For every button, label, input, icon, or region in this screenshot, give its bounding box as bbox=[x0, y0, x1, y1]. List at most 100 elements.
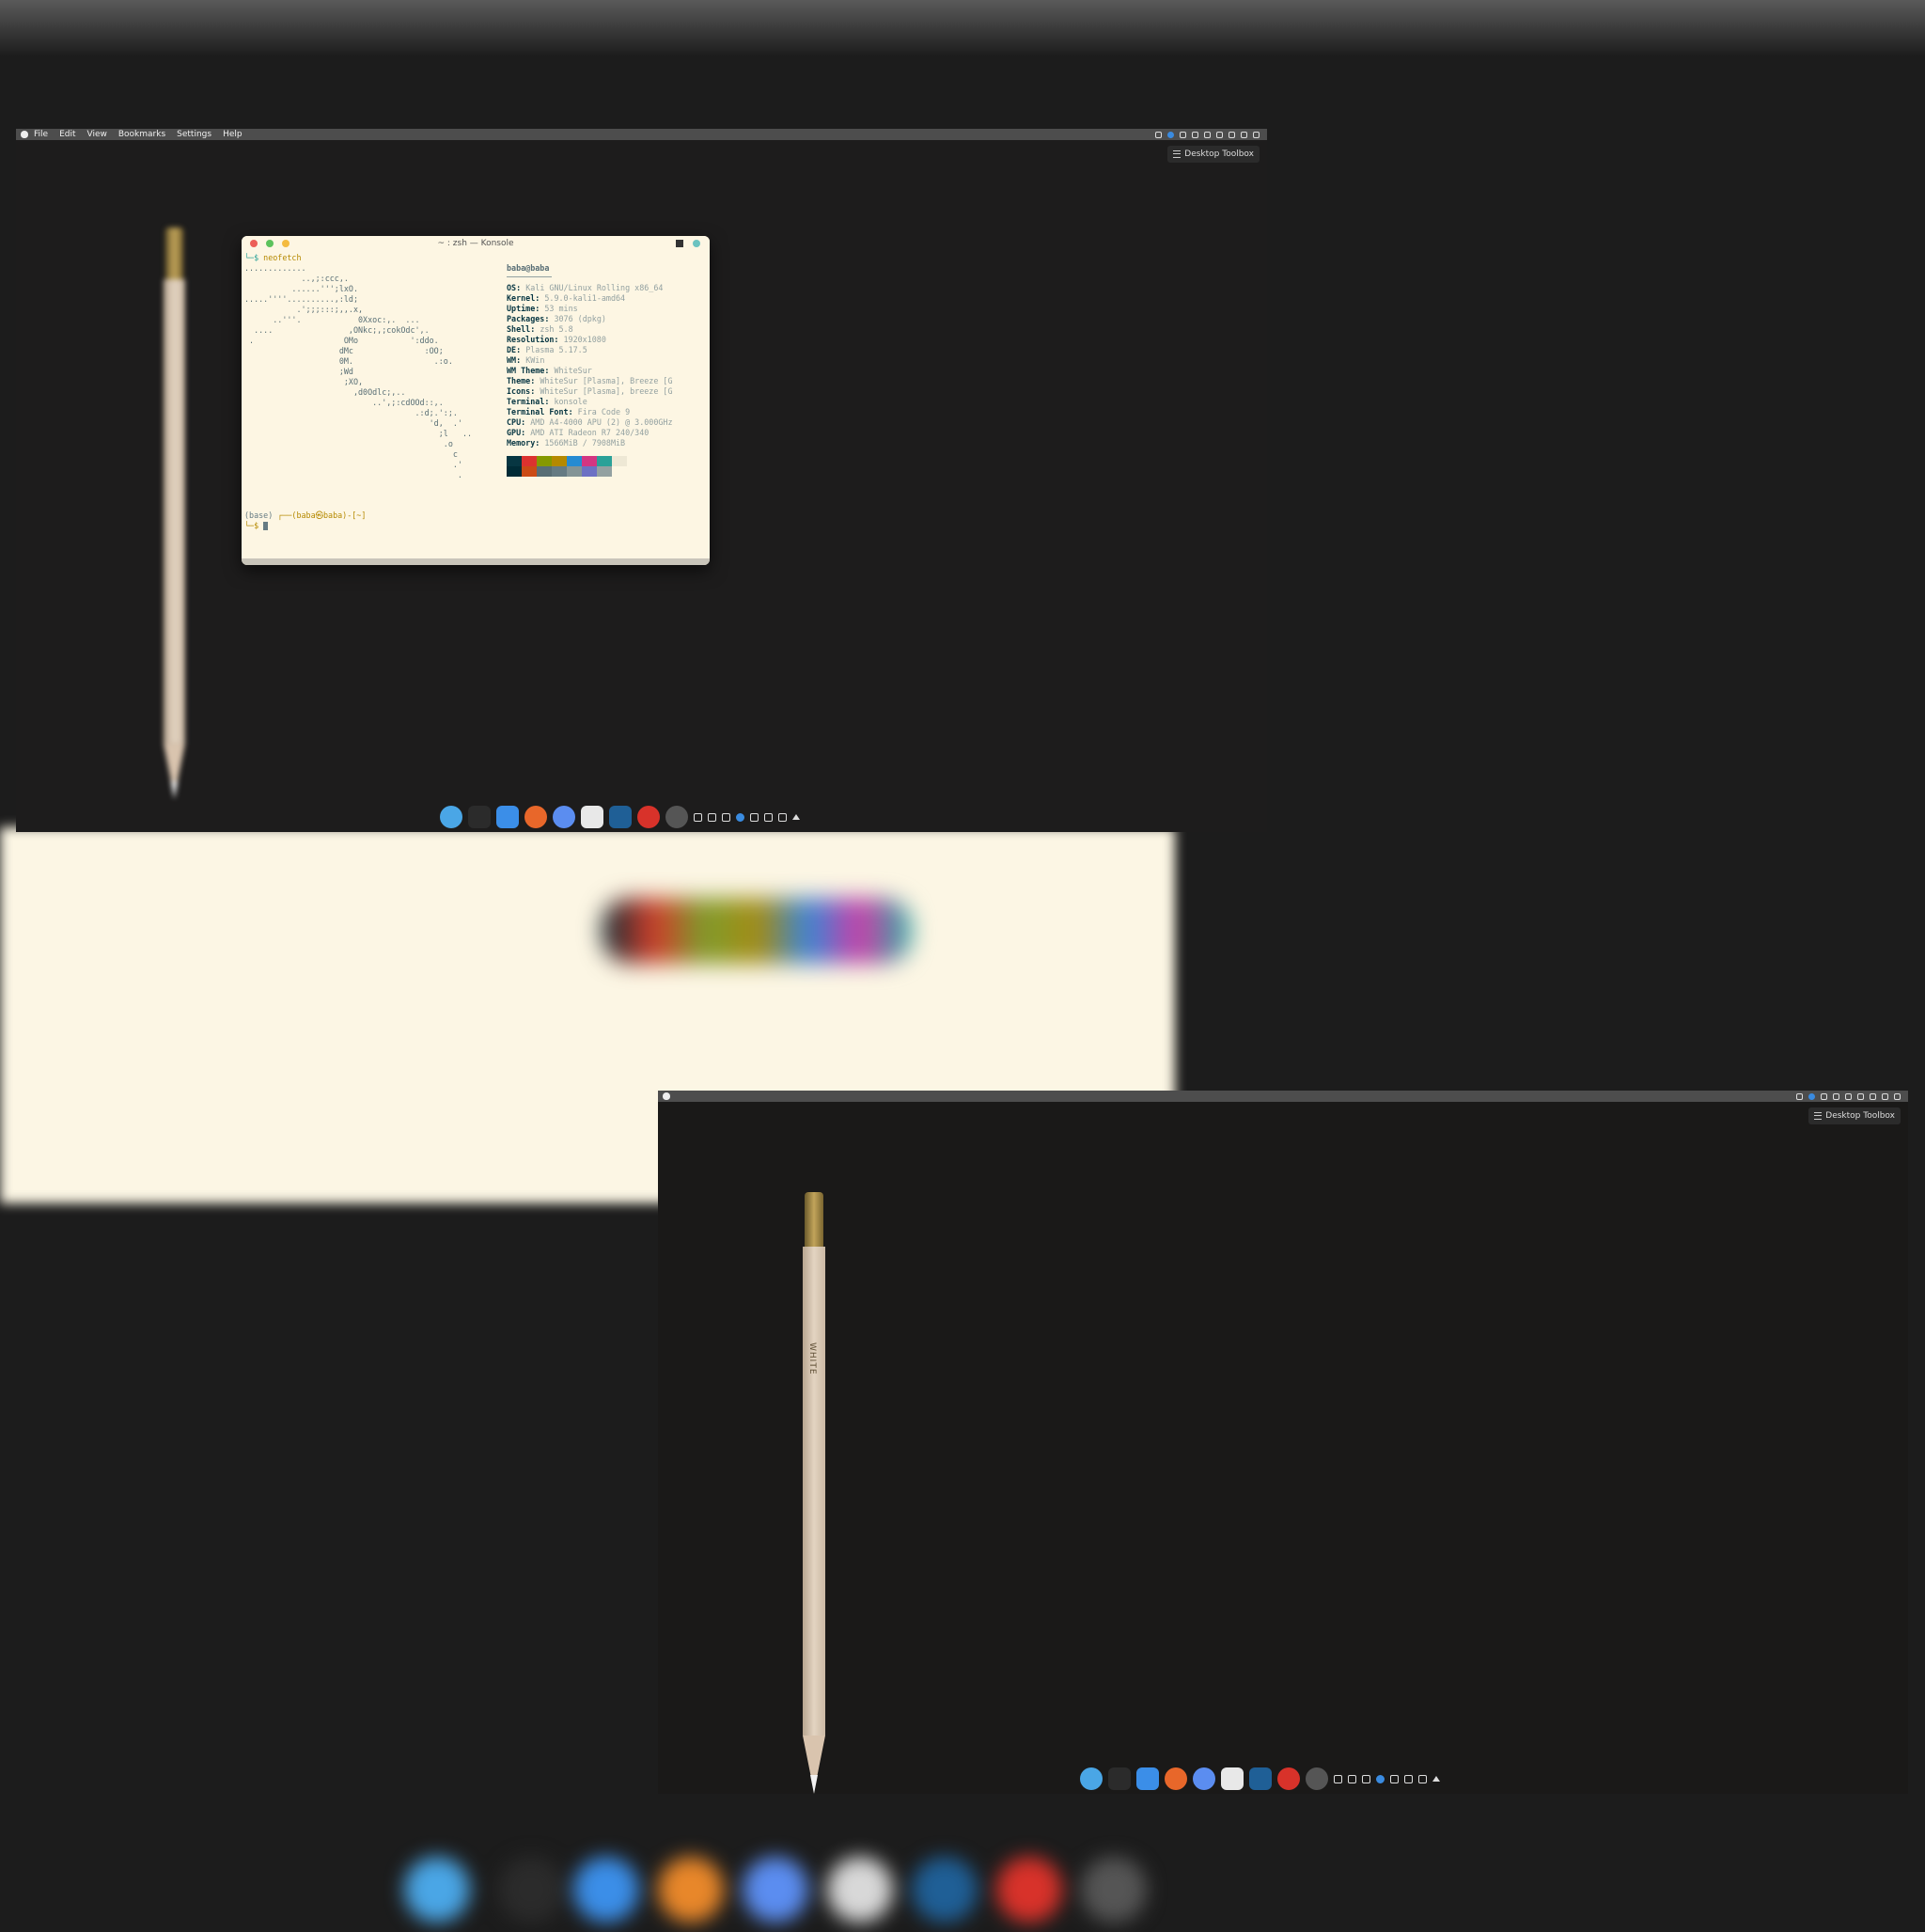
desktop-screenshot-2: Desktop Toolbox WHITE bbox=[658, 1091, 1908, 1794]
top-menubar: File Edit View Bookmarks Settings Help bbox=[16, 129, 1267, 140]
wifi-icon[interactable] bbox=[1390, 1774, 1399, 1783]
konsole-window[interactable]: ~ : zsh — Konsole └─$ neofetch .........… bbox=[242, 236, 710, 565]
wifi-icon[interactable] bbox=[1192, 131, 1198, 138]
text-editor-icon[interactable] bbox=[1221, 1767, 1244, 1790]
app-red-icon[interactable] bbox=[637, 806, 660, 828]
finder-icon[interactable] bbox=[1136, 1767, 1159, 1790]
color-swatch bbox=[552, 456, 567, 466]
info-key: OS bbox=[507, 283, 517, 292]
desktop-toolbox-label: Desktop Toolbox bbox=[1825, 1111, 1895, 1121]
color-swatch bbox=[597, 466, 612, 477]
text-editor-icon[interactable] bbox=[581, 806, 603, 828]
on-all-desktops-icon[interactable] bbox=[693, 240, 700, 247]
desktop-screenshot-1: File Edit View Bookmarks Settings Help D… bbox=[16, 129, 1267, 832]
info-value: WhiteSur bbox=[554, 366, 592, 375]
menu-bookmarks[interactable]: Bookmarks bbox=[118, 130, 165, 139]
wifi-icon[interactable] bbox=[1833, 1092, 1839, 1100]
desktop-toolbox-button[interactable]: Desktop Toolbox bbox=[1808, 1107, 1901, 1124]
bell-icon[interactable] bbox=[694, 812, 702, 822]
shell-prompt[interactable]: (base) ┌──(baba㉿baba)-[~] └─$ bbox=[244, 510, 366, 531]
menu-edit[interactable]: Edit bbox=[59, 130, 75, 139]
konsole-titlebar[interactable]: ~ : zsh — Konsole bbox=[242, 236, 710, 251]
chevron-up-icon[interactable] bbox=[1432, 1776, 1440, 1782]
chrome-icon[interactable] bbox=[1193, 1767, 1215, 1790]
network-status-icon[interactable] bbox=[1808, 1092, 1815, 1100]
finder-icon[interactable] bbox=[496, 806, 519, 828]
chevron-up-icon[interactable] bbox=[792, 814, 800, 820]
network-status-icon[interactable] bbox=[1167, 131, 1174, 138]
menu-view[interactable]: View bbox=[87, 130, 107, 139]
info-row: Theme: WhiteSur [Plasma], Breeze [G bbox=[507, 376, 673, 385]
info-key: Kernel bbox=[507, 293, 536, 303]
terminal-icon[interactable] bbox=[1108, 1767, 1131, 1790]
clipboard-icon[interactable] bbox=[1821, 1092, 1827, 1100]
info-key: Shell bbox=[507, 324, 531, 334]
browser-icon[interactable] bbox=[1080, 1767, 1103, 1790]
clipboard-icon[interactable] bbox=[1362, 1774, 1370, 1783]
menu-settings[interactable]: Settings bbox=[177, 130, 211, 139]
display-icon[interactable] bbox=[1894, 1092, 1901, 1100]
divider bbox=[507, 276, 552, 277]
search-icon[interactable] bbox=[1241, 131, 1247, 138]
info-value: 53 mins bbox=[544, 304, 578, 313]
info-row: WM Theme: WhiteSur bbox=[507, 366, 592, 375]
menu-icon bbox=[1173, 150, 1182, 158]
info-key: WM Theme bbox=[507, 366, 545, 375]
dock bbox=[440, 806, 800, 828]
volume-icon[interactable] bbox=[1418, 1774, 1427, 1783]
command-line: └─$ neofetch bbox=[244, 253, 302, 262]
info-key: Terminal Font bbox=[507, 407, 569, 416]
color-swatch bbox=[567, 456, 582, 466]
firefox-icon[interactable] bbox=[1165, 1767, 1187, 1790]
clock-tray-icon[interactable] bbox=[1348, 1774, 1356, 1783]
battery-icon[interactable] bbox=[764, 812, 773, 822]
menu-help[interactable]: Help bbox=[223, 130, 243, 139]
volume-icon[interactable] bbox=[778, 812, 787, 822]
color-swatch bbox=[507, 466, 522, 477]
firefox-icon[interactable] bbox=[524, 806, 547, 828]
battery-icon[interactable] bbox=[1845, 1092, 1852, 1100]
menu-file[interactable]: File bbox=[34, 130, 48, 139]
browser-icon[interactable] bbox=[440, 806, 462, 828]
wifi-icon[interactable] bbox=[750, 812, 759, 822]
power-icon[interactable] bbox=[1796, 1092, 1803, 1100]
info-row: Kernel: 5.9.0-kali1-amd64 bbox=[507, 293, 626, 303]
system-tray bbox=[1796, 1091, 1901, 1102]
text-cursor bbox=[263, 522, 269, 530]
search-icon[interactable] bbox=[1882, 1092, 1888, 1100]
info-row: WM: KWin bbox=[507, 355, 545, 365]
terminal-icon[interactable] bbox=[468, 806, 491, 828]
display-icon[interactable] bbox=[1253, 131, 1260, 138]
clipboard-icon[interactable] bbox=[722, 812, 730, 822]
clock-icon[interactable] bbox=[1306, 1767, 1328, 1790]
app-red-icon[interactable] bbox=[1277, 1767, 1300, 1790]
chrome-icon[interactable] bbox=[553, 806, 575, 828]
vscode-icon[interactable] bbox=[1249, 1767, 1272, 1790]
system-info: baba@baba OS: Kali GNU/Linux Rolling x86… bbox=[507, 263, 673, 477]
clock-icon[interactable] bbox=[665, 806, 688, 828]
info-row: Packages: 3076 (dpkg) bbox=[507, 314, 606, 323]
keep-above-icon[interactable] bbox=[676, 240, 683, 247]
user-host: baba@baba bbox=[507, 263, 550, 273]
apple-icon[interactable] bbox=[663, 1092, 670, 1100]
info-value: Kali GNU/Linux Rolling x86_64 bbox=[525, 283, 664, 292]
battery-icon[interactable] bbox=[1404, 1774, 1413, 1783]
battery-icon[interactable] bbox=[1204, 131, 1211, 138]
vscode-icon[interactable] bbox=[609, 806, 632, 828]
info-value: AMD A4-4000 APU (2) @ 3.000GHz bbox=[530, 417, 673, 427]
chevron-down-icon[interactable] bbox=[1870, 1092, 1876, 1100]
color-swatches bbox=[507, 456, 673, 477]
apple-icon[interactable] bbox=[21, 131, 28, 138]
clock-tray-icon[interactable] bbox=[708, 812, 716, 822]
clipboard-icon[interactable] bbox=[1180, 131, 1186, 138]
volume-icon[interactable] bbox=[1857, 1092, 1864, 1100]
bell-icon[interactable] bbox=[1334, 1774, 1342, 1783]
volume-icon[interactable] bbox=[1216, 131, 1223, 138]
horizontal-scrollbar[interactable] bbox=[242, 558, 710, 565]
network-status-icon[interactable] bbox=[1376, 1774, 1385, 1783]
desktop-toolbox-button[interactable]: Desktop Toolbox bbox=[1167, 146, 1260, 163]
network-status-icon[interactable] bbox=[736, 812, 744, 822]
power-icon[interactable] bbox=[1155, 131, 1162, 138]
chevron-down-icon[interactable] bbox=[1229, 131, 1235, 138]
info-row: Shell: zsh 5.8 bbox=[507, 324, 573, 334]
